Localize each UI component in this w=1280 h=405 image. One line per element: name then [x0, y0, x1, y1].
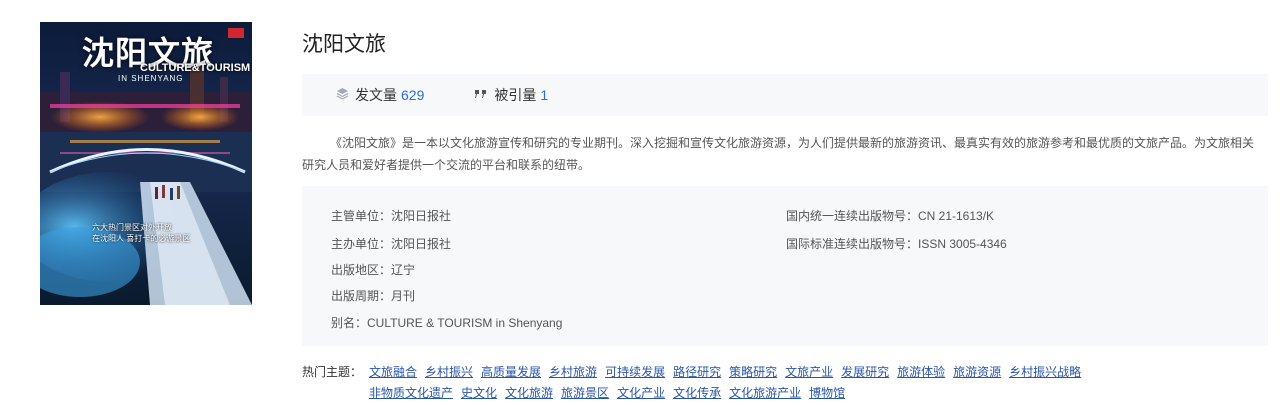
citation-count-label: 被引量 — [494, 87, 537, 103]
article-count-value[interactable]: 629 — [401, 87, 424, 103]
hot-topic-link[interactable]: 乡村振兴 — [425, 365, 473, 379]
issn-info: 国际标准连续出版物号：ISSN 3005-4346 — [786, 237, 1007, 251]
citation-count-stat: 被引量 1 — [474, 85, 548, 105]
cover-subtitle: CULTURE&TOURISM — [140, 62, 251, 74]
hot-topic-link[interactable]: 路径研究 — [673, 365, 721, 379]
hot-topic-link[interactable]: 乡村旅游 — [549, 365, 597, 379]
journal-title: 沈阳文旅 — [302, 33, 386, 56]
hot-topics-label: 热门主题： — [302, 365, 363, 379]
cover-caption: 六大热门景区对外开放 在沈阳人 喜打卡的必游景区 — [92, 222, 190, 244]
hot-topic-link[interactable]: 史文化 — [461, 386, 497, 400]
journal-cover-image: 沈阳文旅 CULTURE&TOURISM IN SHENYANG 六大热门景区对… — [40, 22, 252, 305]
hot-topics-list: 文旅融合 乡村振兴 高质量发展 乡村旅游 可持续发展 路径研究 策略研究 文旅产业 发展研究 旅游… — [369, 362, 1269, 404]
hot-topic-link[interactable]: 发展研究 — [841, 365, 889, 379]
citation-count-value[interactable]: 1 — [540, 87, 548, 103]
hot-topic-link[interactable]: 文化产业 — [617, 386, 665, 400]
region-info: 出版地区：辽宁 — [331, 263, 416, 277]
cn-number-info: 国内统一连续出版物号：CN 21-1613/K — [786, 209, 995, 223]
hot-topic-link[interactable]: 文旅融合 — [369, 365, 417, 379]
hot-topic-link[interactable]: 高质量发展 — [481, 365, 541, 379]
cycle-info: 出版周期：月刊 — [331, 289, 416, 303]
sponsor-info: 主办单位：沈阳日报社 — [331, 237, 452, 251]
hot-topic-link[interactable]: 旅游资源 — [953, 365, 1001, 379]
journal-description: 《沈阳文旅》是一本以文化旅游宣传和研究的专业期刊。深入挖掘和宣传文化旅游资源，为… — [302, 136, 1255, 172]
hot-topic-link[interactable]: 策略研究 — [729, 365, 777, 379]
hot-topic-link[interactable]: 文化旅游 — [505, 386, 553, 400]
article-count-label: 发文量 — [355, 87, 397, 103]
alias-info: 别名：CULTURE & TOURISM in Shenyang — [331, 316, 563, 330]
cover-subtitle-2: IN SHENYANG — [118, 74, 184, 83]
hot-topic-link[interactable]: 文化传承 — [673, 386, 721, 400]
supervisor-info: 主管单位：沈阳日报社 — [331, 209, 452, 223]
cover-caption-line-2: 在沈阳人 喜打卡的必游景区 — [92, 234, 191, 243]
cover-caption-line-1: 六大热门景区对外开放 — [92, 223, 172, 232]
article-count-stat: 发文量 629 — [336, 85, 424, 105]
hot-topic-link[interactable]: 乡村振兴战略 — [1009, 365, 1081, 379]
hot-topic-link[interactable]: 文旅产业 — [785, 365, 833, 379]
hot-topic-link[interactable]: 文化旅游产业 — [729, 386, 801, 400]
journal-info-panel: 主管单位：沈阳日报社 主办单位：沈阳日报社 出版地区：辽宁 出版周期：月刊 别名… — [302, 186, 1268, 346]
hot-topic-link[interactable]: 非物质文化遗产 — [369, 386, 453, 400]
hot-topic-link[interactable]: 博物馆 — [809, 386, 845, 400]
quote-icon — [474, 87, 488, 104]
stats-bar: 发文量 629 被引量 1 — [302, 74, 1268, 116]
layers-icon — [336, 87, 349, 103]
hot-topic-link[interactable]: 旅游体验 — [897, 365, 945, 379]
hot-topic-link[interactable]: 可持续发展 — [605, 365, 665, 379]
hot-topic-link[interactable]: 旅游景区 — [561, 386, 609, 400]
